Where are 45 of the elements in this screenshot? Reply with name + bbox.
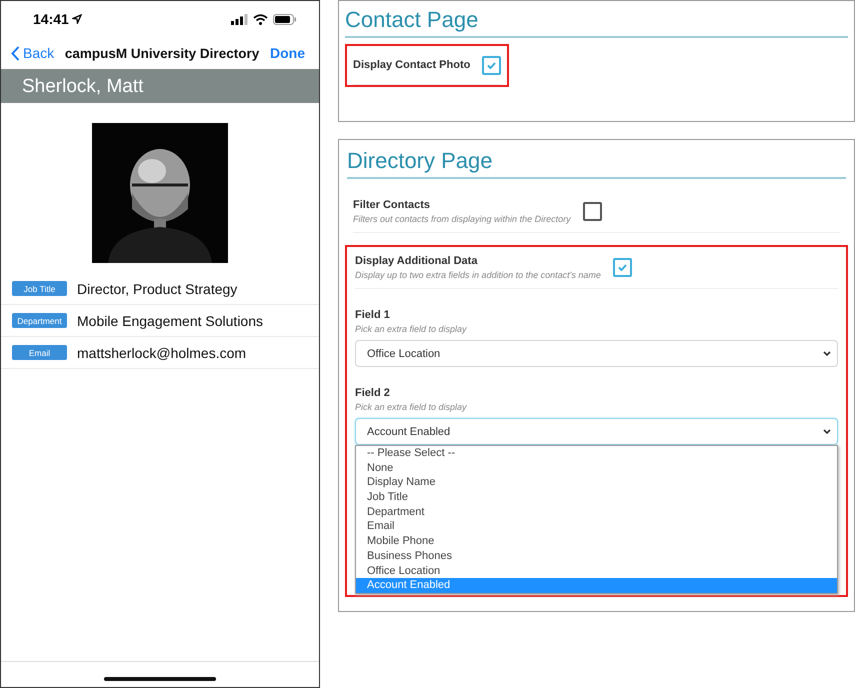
dropdown-option[interactable]: Email — [356, 519, 837, 534]
section-title: Contact Page — [345, 7, 848, 38]
field-label: Job Title — [12, 281, 67, 296]
setting-description: Pick an extra field to display — [355, 402, 468, 412]
dropdown-option[interactable]: Job Title — [356, 490, 837, 505]
status-time: 14:41 — [33, 11, 82, 27]
checkbox[interactable] — [582, 202, 602, 221]
field-value: mattsherlock@holmes.com — [77, 344, 246, 360]
checkbox[interactable] — [482, 56, 502, 74]
setting-description: Filters out contacts from displaying within the Directory — [353, 214, 571, 224]
setting-label: Field 2 — [355, 387, 391, 399]
field-label: Email — [12, 345, 67, 360]
chevron-icon — [823, 429, 831, 434]
dropdown-option[interactable]: Office Location — [356, 564, 837, 578]
field-value: Mobile Engagement Solutions — [77, 312, 264, 328]
setting-description: Display up to two extra fields in addition to the contact's name — [355, 270, 601, 280]
chevron-left-icon — [11, 46, 20, 60]
chevron-icon — [823, 351, 831, 356]
dropdown-option[interactable]: Mobile Phone — [356, 534, 837, 549]
battery-icon — [273, 14, 297, 24]
setting-label: Display Contact Photo — [353, 59, 470, 71]
contact-name: Sherlock, Matt — [1, 69, 319, 103]
field-value: Director, Product Strategy — [77, 280, 238, 296]
signal-icon — [231, 14, 248, 24]
select-field[interactable]: Account Enabled — [355, 418, 838, 445]
done-button[interactable]: Done — [270, 45, 305, 61]
section-title: Directory Page — [347, 148, 846, 179]
back-button[interactable]: Back — [11, 45, 54, 61]
wifi-icon — [253, 14, 268, 24]
location-icon — [72, 14, 82, 24]
dropdown-option[interactable]: Business Phones — [356, 548, 837, 564]
dropdown-option[interactable]: Department — [356, 504, 837, 520]
select-field[interactable]: Office Location — [355, 340, 838, 367]
checkbox[interactable] — [612, 258, 632, 277]
setting-label: Field 1 — [355, 309, 391, 321]
nav-title: campusM University Directory — [64, 46, 260, 60]
dropdown-option[interactable]: -- Please Select -- — [356, 446, 837, 461]
check-icon — [618, 264, 627, 271]
dropdown-option[interactable]: None — [356, 460, 837, 476]
setting-description: Pick an extra field to display — [355, 324, 468, 334]
setting-label: Display Additional Data — [355, 255, 478, 267]
check-icon — [487, 62, 496, 68]
dropdown-option[interactable]: Display Name — [356, 475, 837, 490]
setting-label: Filter Contacts — [353, 199, 432, 211]
field-label: Department — [12, 313, 67, 328]
